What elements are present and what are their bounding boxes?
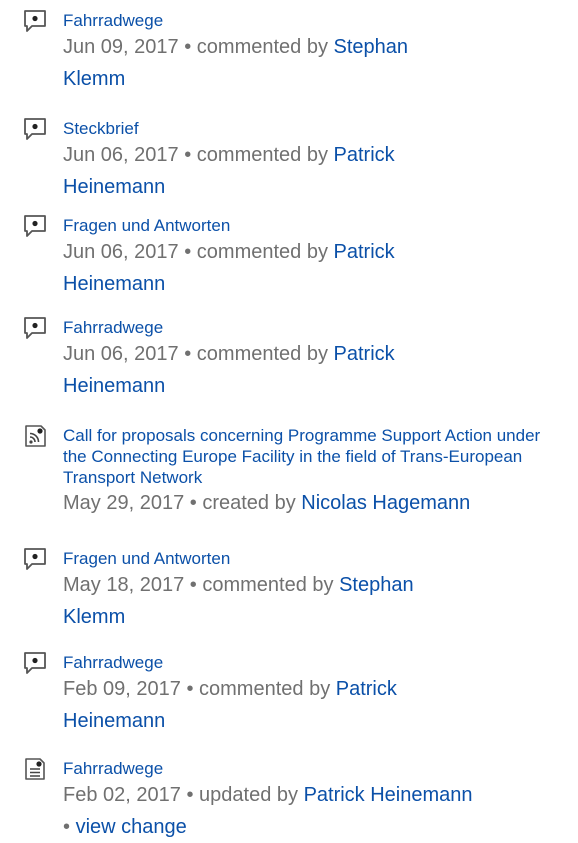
activity-meta: Feb 09, 2017 • commented by Patrick Heine… [63,673,543,737]
activity-date: Jun 06, 2017 [63,241,179,263]
comment-icon [22,116,48,142]
separator-bullet: • [184,343,192,365]
activity-date: Jun 06, 2017 [63,343,179,365]
comment-icon [22,315,48,341]
activity-date: Jun 09, 2017 [63,36,179,58]
activity-date: Feb 09, 2017 [63,678,181,700]
activity-title-link[interactable]: Fragen und Antworten [63,548,563,569]
activity-title-link[interactable]: Fahrradwege [63,10,563,31]
activity-meta: Jun 06, 2017 • commented by Patrick Heine… [63,338,543,402]
comment-icon [22,8,48,34]
activity-title-link[interactable]: Fahrradwege [63,758,563,779]
activity-meta: Jun 06, 2017 • commented by Patrick Heine… [63,236,543,300]
page-icon [22,756,48,782]
activity-action: created by [202,492,296,514]
activity-action: commented by [199,678,331,700]
separator-bullet: • [184,144,192,166]
comment-icon [22,650,48,676]
separator-bullet: • [184,36,192,58]
activity-date: May 18, 2017 [63,574,185,596]
activity-action: updated by [199,784,298,806]
separator-bullet: • [184,241,192,263]
activity-action: commented by [196,241,328,263]
separator-bullet: • [186,678,194,700]
separator-bullet: • [189,492,197,514]
activity-action: commented by [202,574,334,596]
activity-action: commented by [196,343,328,365]
activity-meta: May 29, 2017 • created by Nicolas Hagema… [63,487,563,519]
activity-date: May 29, 2017 [63,492,185,514]
activity-title-link[interactable]: Fahrradwege [63,652,563,673]
activity-meta: May 18, 2017 • commented by Stephan Klemm [63,569,543,633]
blog-post-icon [22,423,48,449]
activity-meta: Jun 09, 2017 • commented by Stephan Klemm [63,31,543,95]
user-link[interactable]: Nicolas Hagemann [301,492,470,514]
separator-bullet: • [186,784,194,806]
separator-bullet: • [63,816,71,838]
activity-title-link[interactable]: Call for proposals concerning Programme … [63,425,553,488]
activity-date: Feb 02, 2017 [63,784,181,806]
activity-date: Jun 06, 2017 [63,144,179,166]
activity-feed: Fahrradwege Jun 09, 2017 • commented by … [0,0,578,840]
activity-action: commented by [196,144,328,166]
activity-meta: Feb 02, 2017 • updated by Patrick Heinem… [63,779,563,843]
activity-title-link[interactable]: Fahrradwege [63,317,563,338]
separator-bullet: • [189,574,197,596]
activity-title-link[interactable]: Steckbrief [63,118,563,139]
activity-title-link[interactable]: Fragen und Antworten [63,215,563,236]
user-link[interactable]: Patrick Heinemann [304,784,473,806]
comment-icon [22,546,48,572]
activity-action: commented by [196,36,328,58]
activity-meta: Jun 06, 2017 • commented by Patrick Heine… [63,139,543,203]
comment-icon [22,213,48,239]
view-change-link[interactable]: view change [76,816,187,838]
